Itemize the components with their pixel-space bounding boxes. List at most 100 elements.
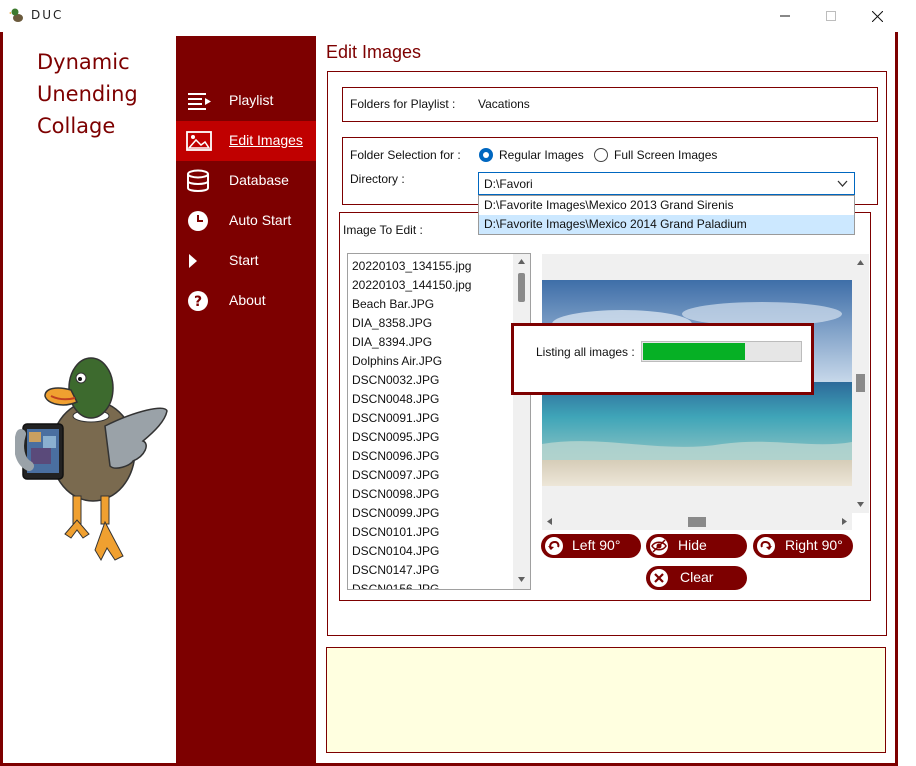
list-item[interactable]: DSCN0147.JPG [352, 561, 439, 580]
brand-line-2: Unending [37, 82, 138, 106]
rotate-right-button[interactable]: Right 90° [753, 534, 853, 558]
chevron-down-icon[interactable] [837, 178, 848, 189]
close-icon [871, 10, 883, 22]
progress-bar-fill [643, 343, 745, 360]
list-item[interactable]: Dolphins Air.JPG [352, 352, 442, 371]
playlist-icon [188, 93, 211, 110]
sidebar: Playlist Edit Images Database Auto Start… [176, 36, 316, 763]
image-to-edit-label: Image To Edit : [343, 223, 423, 237]
duck-app-icon [9, 8, 23, 22]
list-item[interactable]: DSCN0101.JPG [352, 523, 439, 542]
regular-images-label[interactable]: Regular Images [499, 148, 584, 162]
play-icon [189, 254, 197, 268]
scroll-down-arrow-icon[interactable] [857, 502, 864, 507]
directory-option-selected[interactable]: D:\Favorite Images\Mexico 2014 Grand Pal… [479, 215, 854, 234]
clear-label: Clear [680, 569, 714, 585]
help-icon: ? [188, 291, 208, 311]
duck-mascot-image [15, 357, 168, 562]
scroll-up-arrow-icon[interactable] [857, 260, 864, 265]
scroll-down-arrow-icon[interactable] [518, 577, 525, 582]
clear-icon [650, 569, 668, 587]
rotate-right-label: Right 90° [785, 537, 843, 553]
sidebar-item-label: About [229, 292, 266, 308]
image-icon [186, 131, 212, 151]
eye-hidden-icon [650, 537, 668, 555]
sidebar-item-label: Playlist [229, 92, 274, 108]
list-item[interactable]: DIA_8394.JPG [352, 333, 432, 352]
list-item[interactable]: DSCN0104.JPG [352, 542, 439, 561]
list-item[interactable]: DSCN0048.JPG [352, 390, 439, 409]
title-bar: DUC [0, 0, 900, 32]
sidebar-item-auto-start[interactable]: Auto Start [176, 201, 316, 241]
sidebar-item-label: Database [229, 172, 289, 188]
sidebar-item-edit-images[interactable]: Edit Images [176, 121, 316, 161]
sidebar-item-start[interactable]: Start [176, 241, 316, 281]
sidebar-item-playlist[interactable]: Playlist [176, 81, 316, 121]
scrollbar-graphic [547, 517, 847, 527]
list-item[interactable]: DIA_8358.JPG [352, 314, 432, 333]
scrollbar-graphic [518, 259, 525, 582]
regular-images-radio[interactable] [479, 148, 493, 162]
window-edge [898, 0, 916, 766]
directory-combobox[interactable]: D:\Favori [478, 172, 855, 195]
list-item[interactable]: DSCN0096.JPG [352, 447, 439, 466]
minimize-button[interactable] [762, 0, 808, 32]
scrollbar-graphic [856, 260, 865, 507]
list-item[interactable]: DSCN0098.JPG [352, 485, 439, 504]
preview-vertical-scrollbar[interactable] [852, 254, 869, 513]
brand-line-3: Collage [37, 114, 116, 138]
sidebar-item-label: Edit Images [229, 132, 303, 148]
sidebar-item-label: Start [229, 252, 259, 268]
image-file-list[interactable]: 20220103_134155.jpg 20220103_144150.jpg Be… [347, 253, 531, 590]
rotate-left-button[interactable]: Left 90° [541, 534, 641, 558]
full-screen-images-label[interactable]: Full Screen Images [614, 148, 717, 162]
directory-value[interactable]: D:\Favori [484, 177, 533, 191]
list-item[interactable]: DSCN0032.JPG [352, 371, 439, 390]
list-item[interactable]: DSCN0091.JPG [352, 409, 439, 428]
preview-horizontal-scrollbar[interactable] [542, 513, 852, 530]
scroll-thumb[interactable] [856, 374, 865, 392]
sidebar-item-about[interactable]: ? About [176, 281, 316, 321]
clear-button[interactable]: Clear [646, 566, 747, 590]
rotate-left-label: Left 90° [572, 537, 621, 553]
scroll-right-arrow-icon[interactable] [842, 518, 847, 525]
list-item[interactable]: 20220103_144150.jpg [352, 276, 471, 295]
window-title: DUC [31, 8, 64, 22]
minimize-icon [780, 15, 790, 17]
status-panel [326, 647, 886, 753]
progress-dialog: Listing all images : [511, 323, 814, 395]
brand-line-1: Dynamic [37, 50, 130, 74]
rotate-right-icon [757, 537, 775, 555]
scroll-thumb[interactable] [688, 517, 706, 527]
list-item[interactable]: DSCN0099.JPG [352, 504, 439, 523]
directory-dropdown-list: D:\Favorite Images\Mexico 2013 Grand Sir… [478, 195, 855, 235]
brand-panel: Dynamic Unending Collage [3, 36, 176, 763]
maximize-button[interactable] [808, 0, 854, 32]
list-item[interactable]: DSCN0156.JPG [352, 580, 439, 589]
sidebar-item-database[interactable]: Database [176, 161, 316, 201]
scroll-up-arrow-icon[interactable] [518, 259, 525, 264]
progress-bar [641, 341, 802, 362]
rotate-left-icon [545, 537, 563, 555]
database-icon [187, 169, 209, 192]
maximize-icon [826, 11, 836, 21]
brand-title: Dynamic Unending Collage [37, 46, 177, 142]
list-item[interactable]: DSCN0097.JPG [352, 466, 439, 485]
full-screen-images-radio[interactable] [594, 148, 608, 162]
svg-text:?: ? [194, 294, 202, 310]
directory-option[interactable]: D:\Favorite Images\Mexico 2013 Grand Sir… [479, 196, 854, 215]
list-item[interactable]: Beach Bar.JPG [352, 295, 434, 314]
clock-icon [188, 211, 208, 231]
scroll-left-arrow-icon[interactable] [547, 518, 552, 525]
playlist-value: Vacations [478, 97, 530, 111]
scroll-thumb[interactable] [518, 273, 525, 302]
file-list-scrollbar[interactable] [513, 254, 530, 589]
hide-button[interactable]: Hide [646, 534, 747, 558]
playlist-label: Folders for Playlist : [350, 97, 456, 111]
hide-label: Hide [678, 537, 707, 553]
list-item[interactable]: DSCN0095.JPG [352, 428, 439, 447]
progress-label: Listing all images : [536, 345, 635, 359]
sidebar-item-label: Auto Start [229, 212, 292, 228]
list-item[interactable]: 20220103_134155.jpg [352, 257, 471, 276]
close-button[interactable] [854, 0, 900, 32]
